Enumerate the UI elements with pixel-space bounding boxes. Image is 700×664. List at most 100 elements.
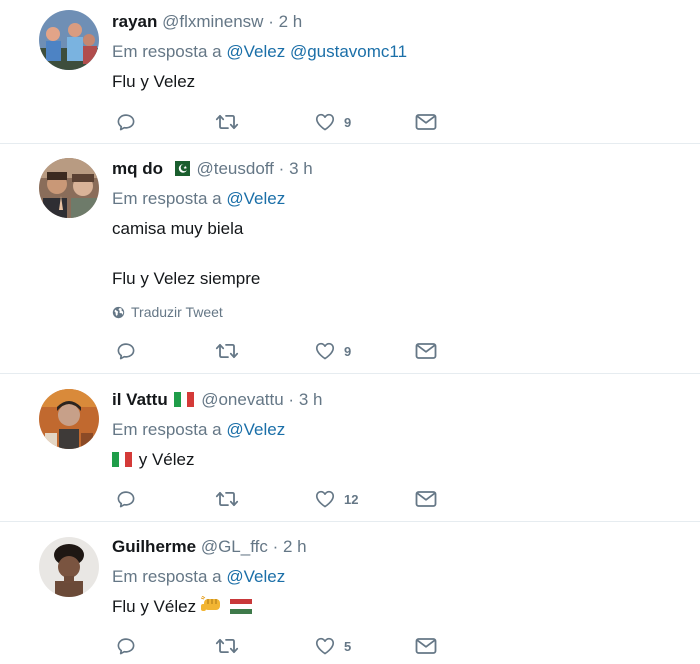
tweet-header: mq do @teusdoff · 3 h bbox=[112, 158, 313, 180]
tweet-header: Guilherme @GL_ffc · 2 h bbox=[112, 536, 307, 558]
tweet-text-line: Flu y Velez siempre bbox=[112, 269, 261, 288]
mention-link[interactable]: @Velez bbox=[226, 420, 285, 439]
reply-button[interactable] bbox=[115, 110, 137, 134]
envelope-icon bbox=[414, 110, 438, 134]
fist-emoji-icon bbox=[200, 596, 220, 611]
tweet-text: Flu y Velez bbox=[112, 72, 196, 91]
reply-context: Em resposta a @Velez bbox=[112, 566, 285, 588]
author-handle[interactable]: @flxminensw bbox=[162, 12, 263, 31]
reply-context: Em resposta a @Velez bbox=[112, 419, 285, 441]
reply-button[interactable] bbox=[115, 339, 137, 363]
reply-icon bbox=[115, 340, 137, 362]
reply-prefix: Em resposta a bbox=[112, 42, 222, 61]
author-handle[interactable]: @GL_ffc bbox=[201, 537, 268, 556]
tweet-text-content: y Vélez bbox=[138, 450, 195, 469]
author-name[interactable]: rayan bbox=[112, 12, 157, 31]
heart-icon bbox=[314, 111, 336, 133]
envelope-icon bbox=[414, 487, 438, 511]
timestamp[interactable]: 2 h bbox=[283, 537, 307, 556]
mention-link[interactable]: @Velez bbox=[226, 567, 285, 586]
tweet-text-line: camisa muy biela bbox=[112, 219, 244, 238]
envelope-icon bbox=[414, 634, 438, 658]
italy-flag-icon bbox=[174, 392, 195, 407]
avatar-photo-icon bbox=[39, 389, 99, 449]
tweet-actions: 5 bbox=[112, 634, 442, 658]
reply-context: Em resposta a @Velez @gustavomc11 bbox=[112, 41, 407, 63]
separator-dot: · bbox=[278, 159, 285, 178]
envelope-icon bbox=[414, 339, 438, 363]
tweet[interactable]: rayan @flxminensw · 2 h Em resposta a @V… bbox=[0, 0, 700, 144]
author-handle[interactable]: @teusdoff bbox=[196, 159, 273, 178]
tweet-text: Flu y Vélez bbox=[112, 596, 254, 618]
translate-label: Traduzir Tweet bbox=[131, 304, 223, 320]
like-button[interactable]: 12 bbox=[314, 487, 358, 511]
heart-icon bbox=[314, 635, 336, 657]
reply-icon bbox=[115, 488, 137, 510]
author-name[interactable]: mq do bbox=[112, 159, 163, 178]
reply-prefix: Em resposta a bbox=[112, 567, 222, 586]
like-count: 9 bbox=[344, 114, 352, 130]
retweet-icon bbox=[215, 110, 239, 134]
avatar-photo-icon bbox=[39, 537, 99, 597]
reply-button[interactable] bbox=[115, 487, 137, 511]
tweet[interactable]: mq do @teusdoff · 3 h Em resposta a @Vel… bbox=[0, 144, 700, 374]
tweet-text-content: Flu y Vélez bbox=[112, 597, 197, 616]
retweet-button[interactable] bbox=[215, 110, 239, 134]
avatar-photo-icon bbox=[39, 158, 99, 218]
avatar[interactable] bbox=[39, 10, 99, 70]
tweet-header: il Vattu @onevattu · 3 h bbox=[112, 389, 322, 411]
direct-message-button[interactable] bbox=[414, 339, 438, 363]
mention-link[interactable]: @Velez bbox=[226, 42, 285, 61]
avatar[interactable] bbox=[39, 537, 99, 597]
hungary-flag-icon bbox=[229, 599, 252, 614]
tweet-header: rayan @flxminensw · 2 h bbox=[112, 11, 302, 33]
retweet-button[interactable] bbox=[215, 634, 239, 658]
mention-link[interactable]: @gustavomc11 bbox=[290, 42, 407, 61]
retweet-icon bbox=[215, 634, 239, 658]
author-name[interactable]: il Vattu bbox=[112, 390, 168, 409]
direct-message-button[interactable] bbox=[414, 487, 438, 511]
timestamp[interactable]: 3 h bbox=[299, 390, 323, 409]
separator-dot: · bbox=[288, 390, 295, 409]
reply-icon bbox=[115, 111, 137, 133]
timestamp[interactable]: 3 h bbox=[289, 159, 313, 178]
direct-message-button[interactable] bbox=[414, 110, 438, 134]
tweet[interactable]: Guilherme @GL_ffc · 2 h Em resposta a @V… bbox=[0, 522, 700, 664]
globe-icon bbox=[112, 306, 125, 319]
translate-tweet-link[interactable]: Traduzir Tweet bbox=[112, 303, 223, 321]
pakistan-flag-icon bbox=[169, 161, 190, 176]
author-handle[interactable]: @onevattu bbox=[201, 390, 283, 409]
heart-icon bbox=[314, 488, 336, 510]
tweet-actions: 9 bbox=[112, 110, 442, 134]
direct-message-button[interactable] bbox=[414, 634, 438, 658]
retweet-button[interactable] bbox=[215, 487, 239, 511]
like-count: 12 bbox=[344, 491, 359, 507]
tweet-actions: 12 bbox=[112, 487, 442, 511]
reply-button[interactable] bbox=[115, 634, 137, 658]
like-button[interactable]: 5 bbox=[314, 634, 351, 658]
author-name[interactable]: Guilherme bbox=[112, 537, 196, 556]
mention-link[interactable]: @Velez bbox=[226, 189, 285, 208]
separator-dot: · bbox=[272, 537, 279, 556]
tweet-text: y Vélez bbox=[112, 449, 194, 471]
heart-icon bbox=[314, 340, 336, 362]
timestamp[interactable]: 2 h bbox=[279, 12, 303, 31]
reply-context: Em resposta a @Velez bbox=[112, 188, 285, 210]
like-count: 5 bbox=[344, 638, 352, 654]
like-button[interactable]: 9 bbox=[314, 339, 351, 363]
reply-prefix: Em resposta a bbox=[112, 420, 222, 439]
retweet-icon bbox=[215, 487, 239, 511]
tweet[interactable]: il Vattu @onevattu · 3 h Em resposta a @… bbox=[0, 374, 700, 522]
reply-prefix: Em resposta a bbox=[112, 189, 222, 208]
like-button[interactable]: 9 bbox=[314, 110, 351, 134]
separator-dot: · bbox=[268, 12, 274, 31]
avatar[interactable] bbox=[39, 389, 99, 449]
retweet-button[interactable] bbox=[215, 339, 239, 363]
italy-flag-icon bbox=[112, 452, 132, 467]
avatar[interactable] bbox=[39, 158, 99, 218]
avatar-photo-icon bbox=[39, 10, 99, 70]
tweet-actions: 9 bbox=[112, 339, 442, 363]
like-count: 9 bbox=[344, 343, 352, 359]
reply-icon bbox=[115, 635, 137, 657]
retweet-icon bbox=[215, 339, 239, 363]
